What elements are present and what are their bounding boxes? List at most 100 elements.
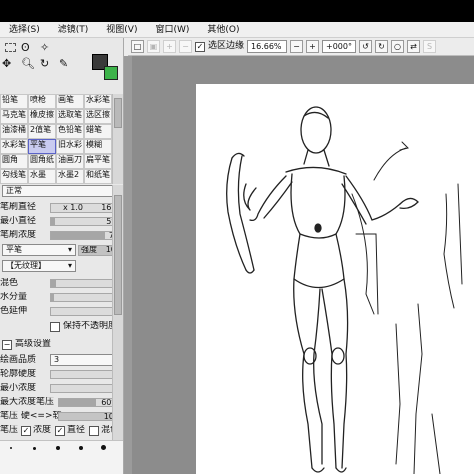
advanced-toggle[interactable]: −: [2, 339, 12, 350]
flip-icon[interactable]: ⇄: [407, 40, 421, 53]
brush-preset-button[interactable]: 油画刀: [56, 154, 84, 169]
size-label: 笔刷直径: [0, 202, 37, 212]
brush-scrollbar[interactable]: [112, 94, 123, 184]
max-pressure-label: 最大浓度笔压: [0, 397, 55, 407]
zoom-in-icon[interactable]: +: [163, 40, 176, 53]
brush-preset-label: 圆角纸: [30, 155, 54, 164]
density-label: 笔刷浓度: [0, 230, 37, 240]
drawing-canvas[interactable]: [196, 84, 474, 474]
brush-preset-button[interactable]: 模糊: [84, 139, 112, 154]
lasso-icon[interactable]: ʘ: [21, 40, 37, 55]
brush-preset-button[interactable]: 橡皮擦: [28, 109, 56, 124]
brush-preset-button[interactable]: 水彩笔: [0, 139, 28, 154]
brush-preset-button[interactable]: 和纸笔: [84, 169, 112, 184]
brush-preset-label: 马克笔: [2, 110, 26, 119]
quality-select[interactable]: 3▾: [50, 354, 120, 366]
menu-filter[interactable]: 滤镜(T): [49, 22, 98, 37]
menu-select[interactable]: 选择(S): [0, 22, 49, 37]
brush-preset-button[interactable]: 蜡笔: [84, 124, 112, 139]
stabilizer-icon[interactable]: S: [423, 40, 437, 53]
advanced-row: − 高级设置: [2, 339, 123, 350]
shape-select[interactable]: 平笔 ▾: [2, 244, 76, 256]
menu-other[interactable]: 其他(O): [198, 22, 248, 37]
advanced-label: 高级设置: [15, 339, 52, 349]
zoom-minus-icon[interactable]: −: [290, 40, 304, 53]
clip-edge-checkbox[interactable]: ✓: [195, 41, 205, 52]
texture-select[interactable]: 【无纹理】 ▾: [2, 260, 76, 272]
brush-preset-button[interactable]: 圆角纸: [28, 154, 56, 169]
brush-preset-button[interactable]: 喷枪: [28, 94, 56, 109]
size-checkbox[interactable]: ✓: [55, 425, 66, 436]
brush-preset-label: 模糊: [86, 140, 102, 149]
brush-preset-button[interactable]: 水墨2: [56, 169, 84, 184]
brush-preset-label: 平笔: [30, 140, 46, 149]
zoom-field[interactable]: 16.66%: [247, 40, 288, 53]
density-check-label: 浓度: [33, 425, 52, 435]
pressure-label: 笔压: [0, 425, 19, 435]
persistence-label: 色延伸: [0, 306, 28, 316]
brush-preset-button[interactable]: 水墨: [28, 169, 56, 184]
menu-window[interactable]: 窗口(W): [146, 22, 198, 37]
title-bar: [0, 0, 474, 22]
eyedropper-icon[interactable]: ✎: [59, 56, 75, 71]
rotation-field[interactable]: +000°: [322, 40, 357, 53]
density-checkbox[interactable]: ✓: [21, 425, 32, 436]
preset-dot[interactable]: [56, 446, 60, 450]
blend-checkbox[interactable]: [89, 425, 100, 436]
brush-preset-label: 选区擦: [86, 110, 110, 119]
brush-preset-button[interactable]: 旧水彩: [56, 139, 84, 154]
pressure-hardness-label: 笔压 硬<=>软: [0, 411, 62, 421]
brush-preset-label: 水彩笔: [86, 95, 110, 104]
brush-preset-label: 圆角: [2, 155, 18, 164]
blend-mode-select[interactable]: 正常▾: [2, 185, 120, 197]
edge-row: 轮廓硬度 0: [0, 369, 123, 380]
canvas-toolbar: □ ▣ + − ✓ 选区边缘 16.66% − + +000° ↺ ↻ ○ ⇄ …: [128, 38, 474, 56]
keep-opacity-checkbox[interactable]: [50, 321, 60, 332]
brush-preset-label: 蜡笔: [86, 125, 102, 134]
brush-preset-button[interactable]: 选区擦: [84, 109, 112, 124]
secondary-color-swatch[interactable]: [104, 66, 118, 80]
size-row: 笔刷直径 x 1.0 16.0: [0, 202, 123, 213]
brush-preset-button[interactable]: 马克笔: [0, 109, 28, 124]
quality-row: 绘画品质 3▾: [0, 354, 123, 366]
rotate-right-icon[interactable]: ↻: [375, 40, 389, 53]
brush-preset-button[interactable]: 2值笔: [28, 124, 56, 139]
menu-view[interactable]: 视图(V): [97, 22, 146, 37]
preset-dot[interactable]: [101, 445, 106, 450]
empty-slot: [59, 40, 75, 55]
brush-preset-button[interactable]: 铅笔: [0, 94, 28, 109]
brush-preset-label: 喷枪: [30, 95, 46, 104]
preset-dot[interactable]: [79, 446, 83, 450]
brush-preset-button[interactable]: 圆角: [0, 154, 28, 169]
brush-preset-button[interactable]: 油漆桶: [0, 124, 28, 139]
reset-rotation-icon[interactable]: ○: [391, 40, 405, 53]
water-label: 水分量: [0, 292, 28, 302]
preset-dot[interactable]: [10, 447, 12, 449]
deselect-icon[interactable]: □: [131, 40, 144, 53]
quality-label: 绘画品质: [0, 354, 37, 365]
brush-preset-button[interactable]: 选取笔: [56, 109, 84, 124]
rotate-left-icon[interactable]: ↺: [359, 40, 373, 53]
blend-mode-row: 正常▾: [2, 185, 122, 197]
brush-preset-button[interactable]: 平笔: [28, 139, 56, 154]
rotate-icon[interactable]: ↻: [40, 56, 56, 71]
brush-preset-button[interactable]: 勾线笔: [0, 169, 28, 184]
select-all-icon[interactable]: ▣: [147, 40, 160, 53]
brush-preset-button[interactable]: 扁平笔: [84, 154, 112, 169]
zoom-icon[interactable]: 🔍︎: [21, 56, 37, 71]
magic-wand-icon[interactable]: ✧: [40, 40, 56, 55]
shape-row: 平笔▾ 强度100: [2, 244, 123, 256]
zoom-plus-icon[interactable]: +: [306, 40, 320, 53]
move-icon[interactable]: ✥: [2, 56, 18, 71]
brush-preset-button[interactable]: 水彩笔: [84, 94, 112, 109]
settings-scrollbar[interactable]: [112, 185, 123, 440]
preset-dot[interactable]: [33, 447, 36, 450]
selection-rect-icon[interactable]: [5, 43, 16, 52]
brush-preset-button[interactable]: 画笔: [56, 94, 84, 109]
zoom-out-icon[interactable]: −: [179, 40, 192, 53]
brush-preset-label: 画笔: [58, 95, 74, 104]
canvas-area[interactable]: [124, 56, 474, 474]
keep-opacity-label: 保持不透明度: [63, 321, 118, 331]
brush-preset-button[interactable]: 色铅笔: [56, 124, 84, 139]
paint-tool-sai-window: 选择(S) 滤镜(T) 视图(V) 窗口(W) 其他(O) □ ▣ + − ✓ …: [0, 0, 474, 474]
